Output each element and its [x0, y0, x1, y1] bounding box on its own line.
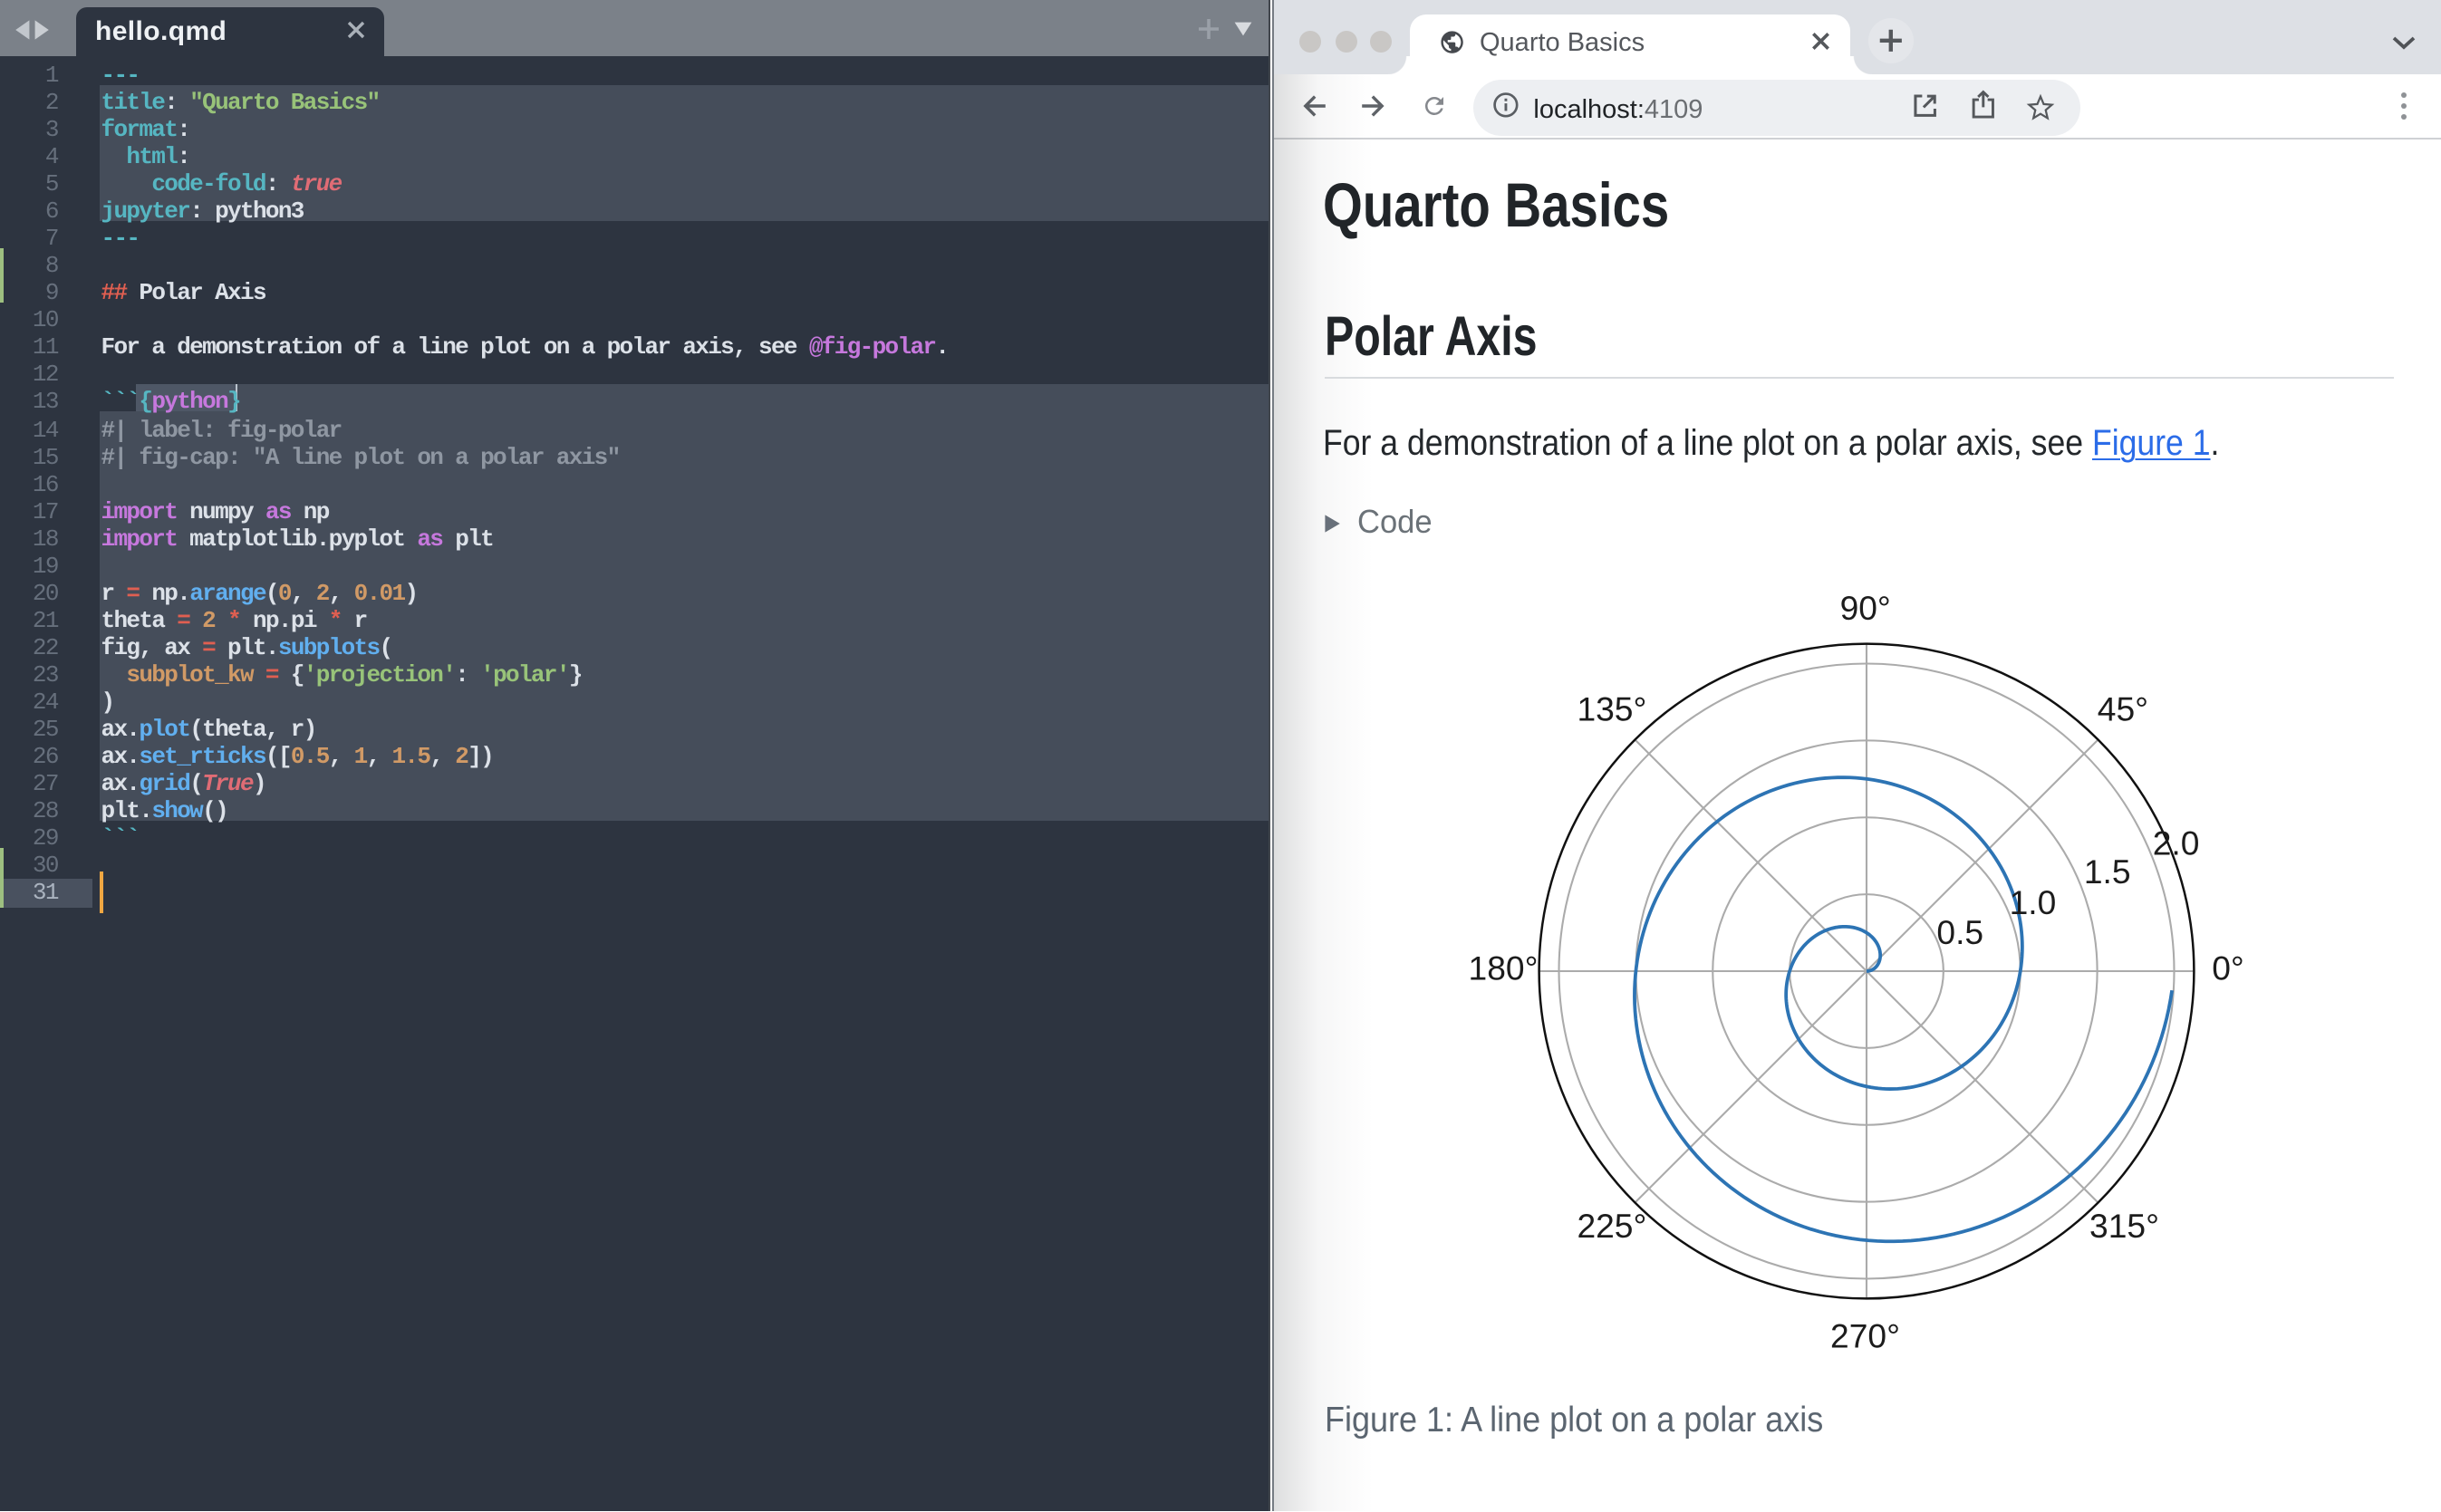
svg-text:1.5: 1.5	[2084, 852, 2131, 891]
svg-text:2.0: 2.0	[2153, 824, 2200, 862]
svg-text:225°: 225°	[1577, 1207, 1647, 1245]
svg-text:90°: 90°	[1840, 589, 1891, 627]
svg-text:0°: 0°	[2213, 949, 2245, 987]
svg-text:270°: 270°	[1831, 1317, 1901, 1355]
svg-text:45°: 45°	[2098, 690, 2148, 728]
svg-text:315°: 315°	[2090, 1207, 2160, 1245]
svg-text:180°: 180°	[1469, 949, 1539, 987]
svg-text:135°: 135°	[1577, 690, 1647, 728]
svg-text:0.5: 0.5	[1937, 913, 1984, 951]
svg-text:1.0: 1.0	[2010, 883, 2057, 921]
